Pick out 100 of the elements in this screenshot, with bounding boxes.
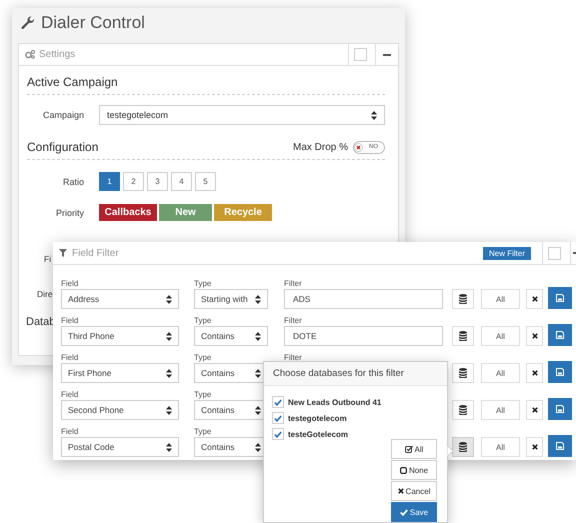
field-select[interactable]: Third Phone <box>61 326 179 346</box>
save-button[interactable] <box>548 287 572 309</box>
close-icon <box>398 488 404 494</box>
remove-button[interactable] <box>526 437 543 457</box>
cancel-button[interactable]: Cancel <box>391 481 437 501</box>
filter-input[interactable]: ADS <box>284 289 443 309</box>
field-select[interactable]: Second Phone <box>61 400 179 420</box>
collapse-button[interactable] <box>570 242 576 264</box>
remove-button[interactable] <box>526 326 543 346</box>
checkbox[interactable] <box>272 396 284 408</box>
close-icon <box>356 144 361 150</box>
select-arrows-icon <box>166 406 172 414</box>
database-icon <box>459 442 467 452</box>
popover-title: Choose databases for this filter <box>264 362 447 386</box>
ratio-button[interactable]: 4 <box>171 172 192 191</box>
wrench-icon <box>21 16 35 30</box>
database-name: testegotelecom <box>288 414 347 422</box>
field-label: Dire <box>37 289 53 299</box>
filter-label: Filter <box>284 316 303 326</box>
filter-label: Filter <box>284 353 303 363</box>
checkbox-checked-icon <box>404 445 413 453</box>
window-title: Dialer Control <box>41 13 145 33</box>
type-label: Type <box>194 279 212 289</box>
campaign-select[interactable]: testegotelecom <box>99 105 385 125</box>
floppy-icon <box>556 442 564 450</box>
save-button[interactable] <box>548 435 572 457</box>
select-arrows-icon <box>166 368 172 378</box>
section-heading: Active Campaign <box>27 75 118 89</box>
type-select[interactable]: Starting with <box>194 289 268 309</box>
ratio-button[interactable]: 2 <box>123 172 144 191</box>
save-button[interactable]: Save <box>391 502 437 522</box>
gears-icon <box>25 50 35 59</box>
all-button[interactable]: All <box>391 439 437 459</box>
close-icon <box>532 296 538 302</box>
select-arrows-icon <box>166 442 172 452</box>
panel-title: Settings <box>39 49 76 60</box>
save-button[interactable] <box>548 324 572 346</box>
ratio-button[interactable]: 5 <box>195 172 216 191</box>
field-label: Field <box>61 279 80 289</box>
select-arrows-icon <box>255 368 261 378</box>
checkmark-icon <box>400 508 408 516</box>
field-select[interactable]: First Phone <box>61 363 179 383</box>
remove-button[interactable] <box>526 400 543 420</box>
max-drop-label: Max Drop % <box>292 142 348 152</box>
select-arrows-icon <box>255 294 261 304</box>
close-icon <box>532 444 538 450</box>
type-label: Type <box>194 353 212 363</box>
filter-icon <box>59 249 67 257</box>
field-label: Field <box>61 390 80 400</box>
databases-button[interactable]: All <box>481 363 520 383</box>
filter-input[interactable]: DOTE <box>284 326 443 346</box>
databases-button[interactable]: All <box>481 400 520 420</box>
field-label: Field <box>61 427 80 437</box>
filter-label: Filter <box>284 279 303 289</box>
close-icon <box>532 370 538 376</box>
field-select[interactable]: Address <box>61 289 179 309</box>
database-button[interactable] <box>452 326 474 346</box>
checkbox[interactable] <box>272 428 284 440</box>
select-arrows-icon <box>371 110 377 120</box>
ratio-button[interactable]: 1 <box>99 172 120 191</box>
remove-button[interactable] <box>526 289 543 309</box>
databases-button[interactable]: All <box>481 289 520 309</box>
type-label: Type <box>194 427 212 437</box>
databases-button[interactable]: All <box>481 437 520 457</box>
database-button[interactable] <box>452 437 474 457</box>
ratio-button[interactable]: 3 <box>147 172 168 191</box>
floppy-icon <box>556 368 564 376</box>
select-arrows-icon <box>166 332 172 340</box>
section-heading: Configuration <box>27 140 98 154</box>
priority-tag[interactable]: Callbacks <box>99 204 157 221</box>
panel-toggle-box[interactable] <box>548 246 560 260</box>
type-select[interactable]: Contains <box>194 326 268 346</box>
floppy-icon <box>556 405 564 413</box>
database-name: New Leads Outbound 41 <box>288 398 382 406</box>
select-arrows-icon <box>255 442 261 452</box>
type-label: Type <box>194 390 212 400</box>
field-select[interactable]: Postal Code <box>61 437 179 457</box>
field-label: Campaign <box>42 110 84 120</box>
remove-button[interactable] <box>526 363 543 383</box>
database-button[interactable] <box>452 289 474 309</box>
field-label: Priority <box>54 208 84 218</box>
save-button[interactable] <box>548 398 572 420</box>
database-button[interactable] <box>452 363 474 383</box>
checkbox[interactable] <box>272 412 284 424</box>
database-name: testeGotelecom <box>288 430 348 438</box>
floppy-icon <box>556 331 564 339</box>
new-filter-button[interactable]: New Filter <box>482 246 531 260</box>
close-icon <box>532 407 538 413</box>
select-arrows-icon <box>255 332 261 340</box>
save-button[interactable] <box>548 361 572 383</box>
select-arrows-icon <box>255 406 261 414</box>
database-button[interactable] <box>452 400 474 420</box>
field-label: Fi <box>44 254 52 264</box>
none-button[interactable]: None <box>391 460 437 480</box>
database-icon <box>459 368 467 378</box>
database-icon <box>459 331 467 341</box>
field-label: Field <box>61 316 80 326</box>
panel-toggle-box[interactable] <box>354 48 366 61</box>
databases-button[interactable]: All <box>481 326 520 346</box>
close-icon <box>532 333 538 339</box>
